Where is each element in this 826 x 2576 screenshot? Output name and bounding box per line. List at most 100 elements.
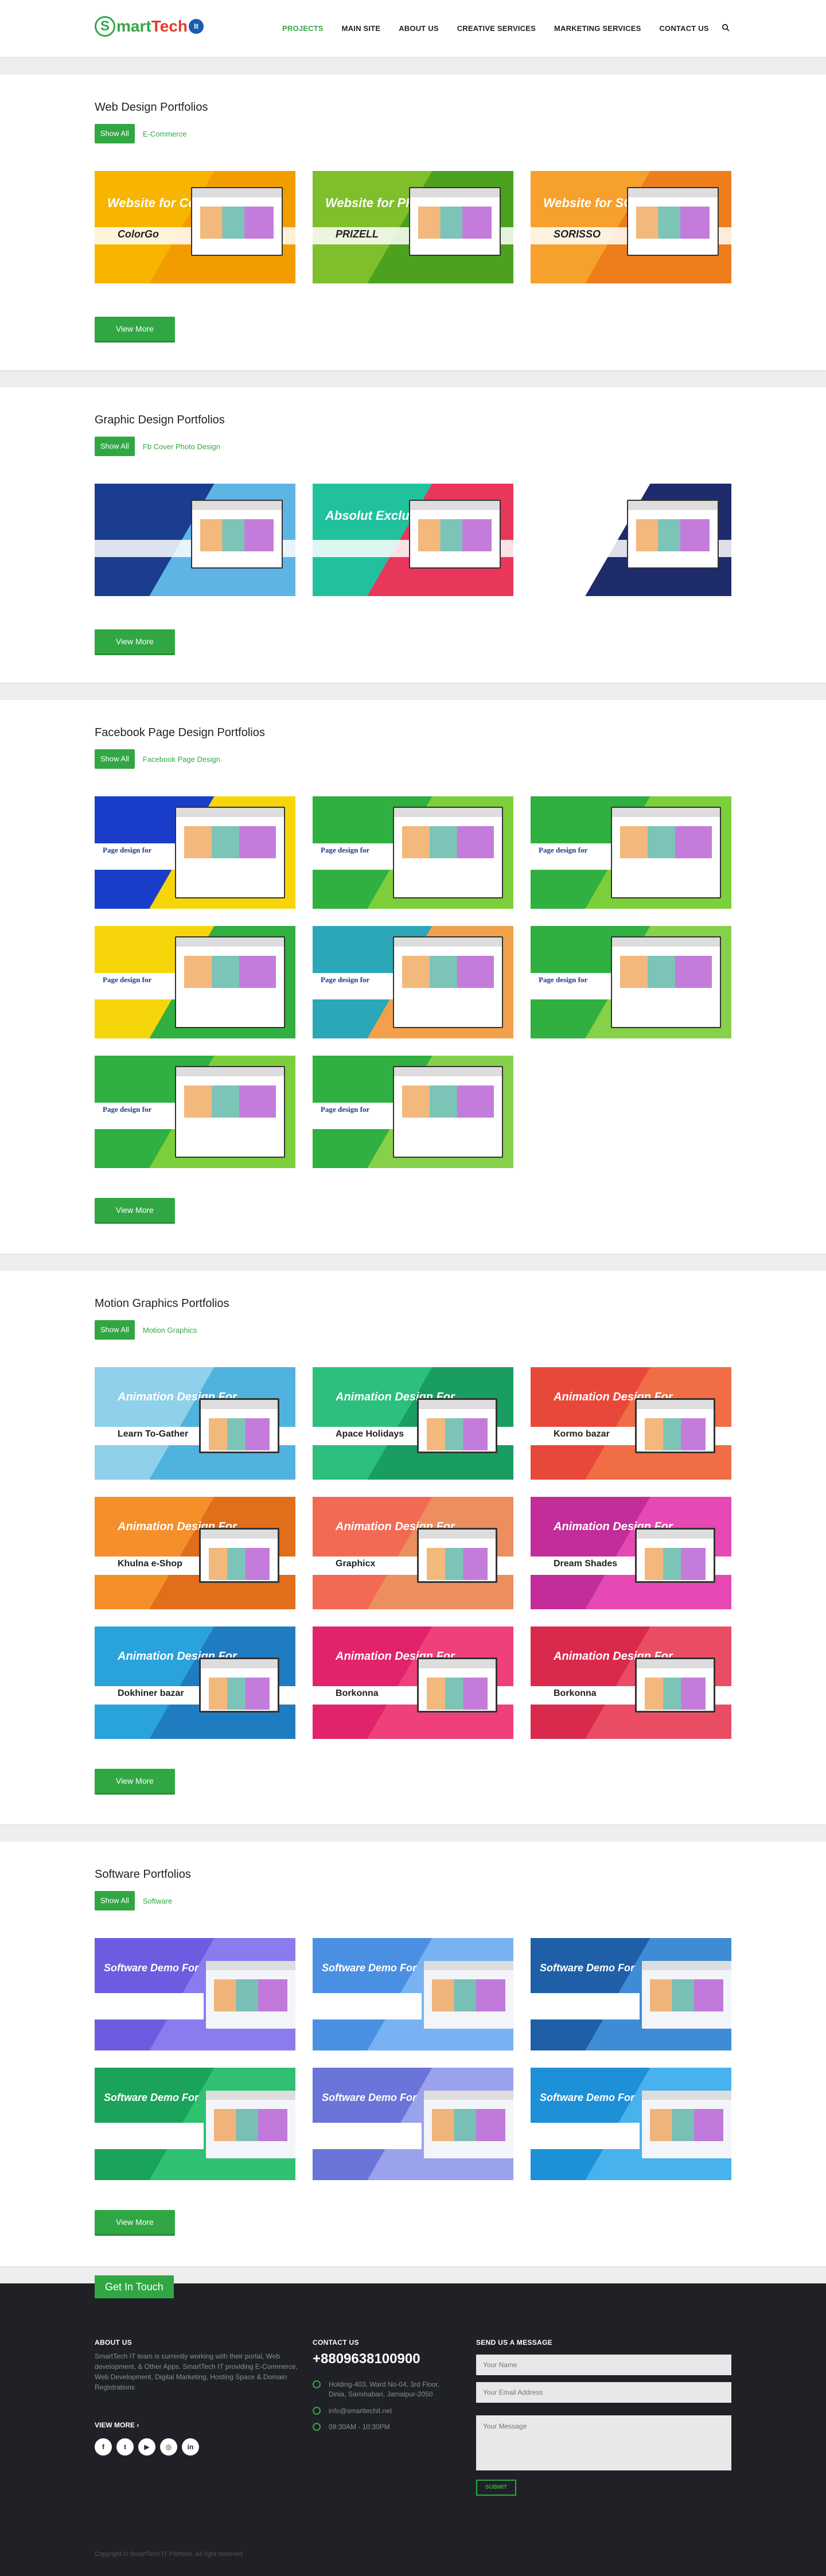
card-label: Page design for xyxy=(539,975,588,984)
logo-it-badge: It xyxy=(188,19,204,34)
portfolio-card[interactable]: Software Demo For xyxy=(313,2068,513,2180)
copyright-text: Copyright © SmartTech IT Portfolio. All … xyxy=(95,2551,243,2558)
message-title: SEND US A MESSAGE xyxy=(476,2338,552,2347)
portfolio-card[interactable]: Animation Design For Dokhiner bazar xyxy=(95,1626,295,1739)
portfolio-card[interactable]: Page design for xyxy=(313,926,513,1038)
card-label: Page design for xyxy=(321,846,370,854)
portfolio-card[interactable]: Animation Design For Borkonna xyxy=(531,1626,731,1739)
search-icon[interactable] xyxy=(722,24,730,32)
card-screenshot-image xyxy=(393,1066,503,1158)
instagram-icon[interactable]: ◎ xyxy=(160,2438,177,2456)
card-label: Page design for xyxy=(321,975,370,984)
portfolio-card[interactable]: Animation Design For Kormo bazar xyxy=(531,1367,731,1480)
card-screenshot-image xyxy=(611,936,721,1028)
portfolio-card[interactable]: Absolut Exclusive xyxy=(313,484,513,596)
view-more-button[interactable]: View More xyxy=(95,2210,175,2234)
card-subtitle: Khulna e-Shop xyxy=(118,1559,182,1569)
name-input[interactable] xyxy=(476,2355,731,2375)
portfolio-card[interactable]: Page design for xyxy=(313,1056,513,1168)
nav-about-us[interactable]: ABOUT US xyxy=(399,24,439,33)
filter-motion-graphics[interactable]: Motion Graphics xyxy=(143,1326,197,1334)
facebook-design-section: Facebook Page Design Portfolios Show All… xyxy=(0,700,826,1254)
nav-creative-services[interactable]: CREATIVE SERVICES xyxy=(457,24,536,33)
portfolio-card[interactable]: Software Demo For xyxy=(313,1938,513,2050)
get-in-touch-badge: Get In Touch xyxy=(95,2275,174,2298)
portfolio-card[interactable]: Software Demo For xyxy=(95,2068,295,2180)
view-more-button[interactable]: View More xyxy=(95,317,175,341)
logo[interactable]: S martTech It xyxy=(95,15,204,38)
portfolio-card[interactable]: Animation Design For Dream Shades xyxy=(531,1497,731,1609)
portfolio-card[interactable]: Software Demo For xyxy=(531,2068,731,2180)
card-subtitle: Dream Shades xyxy=(554,1559,618,1569)
show-all-filter[interactable]: Show All xyxy=(95,1891,135,1910)
portfolio-grid: Animation Design For Learn To-Gather Anima… xyxy=(95,1367,731,1739)
nav-main-site[interactable]: MAIN SITE xyxy=(342,24,381,33)
card-label: Page design for xyxy=(103,1105,152,1114)
card-screenshot-image xyxy=(409,500,501,569)
about-text: SmartTech IT team is currently working w… xyxy=(95,2352,298,2391)
nav-marketing-services[interactable]: MARKETING SERVICES xyxy=(554,24,641,33)
portfolio-card[interactable] xyxy=(95,484,295,596)
twitter-icon[interactable]: t xyxy=(116,2438,134,2456)
portfolio-card[interactable]: Website for SORISSO SORISSO xyxy=(531,171,731,283)
portfolio-card[interactable]: Page design for xyxy=(531,796,731,909)
card-screenshot-image xyxy=(199,1398,279,1453)
filter-fb-page[interactable]: Facebook Page Design xyxy=(143,755,220,764)
card-subtitle: Apace Holidays xyxy=(336,1429,404,1439)
view-more-button[interactable]: View More xyxy=(95,629,175,653)
card-subtitle: Borkonna xyxy=(336,1688,379,1698)
card-screenshot-image xyxy=(206,1961,295,2029)
youtube-icon[interactable]: ▶ xyxy=(138,2438,155,2456)
portfolio-card[interactable]: Animation Design For Learn To-Gather xyxy=(95,1367,295,1480)
card-screenshot-image xyxy=(175,807,285,898)
card-band xyxy=(531,2123,640,2149)
portfolio-card[interactable]: SUPER SALE xyxy=(531,484,731,596)
portfolio-card[interactable]: Page design for xyxy=(313,796,513,909)
card-subtitle: Graphicx xyxy=(336,1559,376,1569)
portfolio-card[interactable]: Animation Design For Khulna e-Shop xyxy=(95,1497,295,1609)
view-more-button[interactable]: View More xyxy=(95,1769,175,1793)
footer-view-more-link[interactable]: VIEW MORE › xyxy=(95,2421,139,2429)
portfolio-card[interactable]: Website for ColorGo ColorGo xyxy=(95,171,295,283)
portfolio-card[interactable]: Animation Design For Borkonna xyxy=(313,1626,513,1739)
card-label: Software Demo For xyxy=(540,2092,635,2103)
filter-fb-cover[interactable]: Fb Cover Photo Design xyxy=(143,442,220,451)
nav-contact-us[interactable]: CONTACT US xyxy=(659,24,708,33)
facebook-icon[interactable]: f xyxy=(95,2438,112,2456)
view-more-button[interactable]: View More xyxy=(95,1198,175,1222)
graphic-design-section: Graphic Design Portfolios Show All Fb Co… xyxy=(0,387,826,683)
view-more-label: VIEW MORE xyxy=(95,2421,135,2429)
portfolio-card[interactable]: Software Demo For xyxy=(95,1938,295,2050)
show-all-filter[interactable]: Show All xyxy=(95,749,135,769)
filter-bar: Show All Motion Graphics xyxy=(95,1320,197,1340)
show-all-filter[interactable]: Show All xyxy=(95,124,135,143)
contact-email[interactable]: info@smarttechit.net xyxy=(313,2406,392,2416)
section-title: Software Portfolios xyxy=(95,1868,191,1881)
portfolio-card[interactable]: Animation Design For Graphicx xyxy=(313,1497,513,1609)
portfolio-card[interactable]: Page design for xyxy=(95,926,295,1038)
main-nav: PROJECTS MAIN SITE ABOUT US CREATIVE SER… xyxy=(282,24,727,33)
filter-software[interactable]: Software xyxy=(143,1897,172,1905)
show-all-filter[interactable]: Show All xyxy=(95,437,135,456)
filter-bar: Show All Software xyxy=(95,1891,172,1910)
card-label: Software Demo For xyxy=(322,2092,417,2103)
nav-projects[interactable]: PROJECTS xyxy=(282,24,324,33)
card-label: Software Demo For xyxy=(540,1962,635,1974)
portfolio-grid: Page design for Page design for Page desig… xyxy=(95,796,731,1168)
contact-phone[interactable]: +8809638100900 xyxy=(313,2351,420,2367)
portfolio-card[interactable]: Animation Design For Apace Holidays xyxy=(313,1367,513,1480)
email-input[interactable] xyxy=(476,2382,731,2403)
card-label: SUPER SALE xyxy=(543,508,624,523)
card-screenshot-image xyxy=(409,187,501,256)
submit-button[interactable]: SUBMIT xyxy=(476,2480,516,2496)
portfolio-card[interactable]: Page design for xyxy=(95,1056,295,1168)
portfolio-card[interactable]: Software Demo For xyxy=(531,1938,731,2050)
linkedin-icon[interactable]: in xyxy=(182,2438,199,2456)
portfolio-card[interactable]: Page design for xyxy=(95,796,295,909)
message-textarea[interactable] xyxy=(476,2415,731,2470)
card-screenshot-image xyxy=(191,187,283,256)
filter-ecommerce[interactable]: E-Commerce xyxy=(143,130,187,138)
show-all-filter[interactable]: Show All xyxy=(95,1320,135,1340)
portfolio-card[interactable]: Website for PRIZELL PRIZELL xyxy=(313,171,513,283)
portfolio-card[interactable]: Page design for xyxy=(531,926,731,1038)
